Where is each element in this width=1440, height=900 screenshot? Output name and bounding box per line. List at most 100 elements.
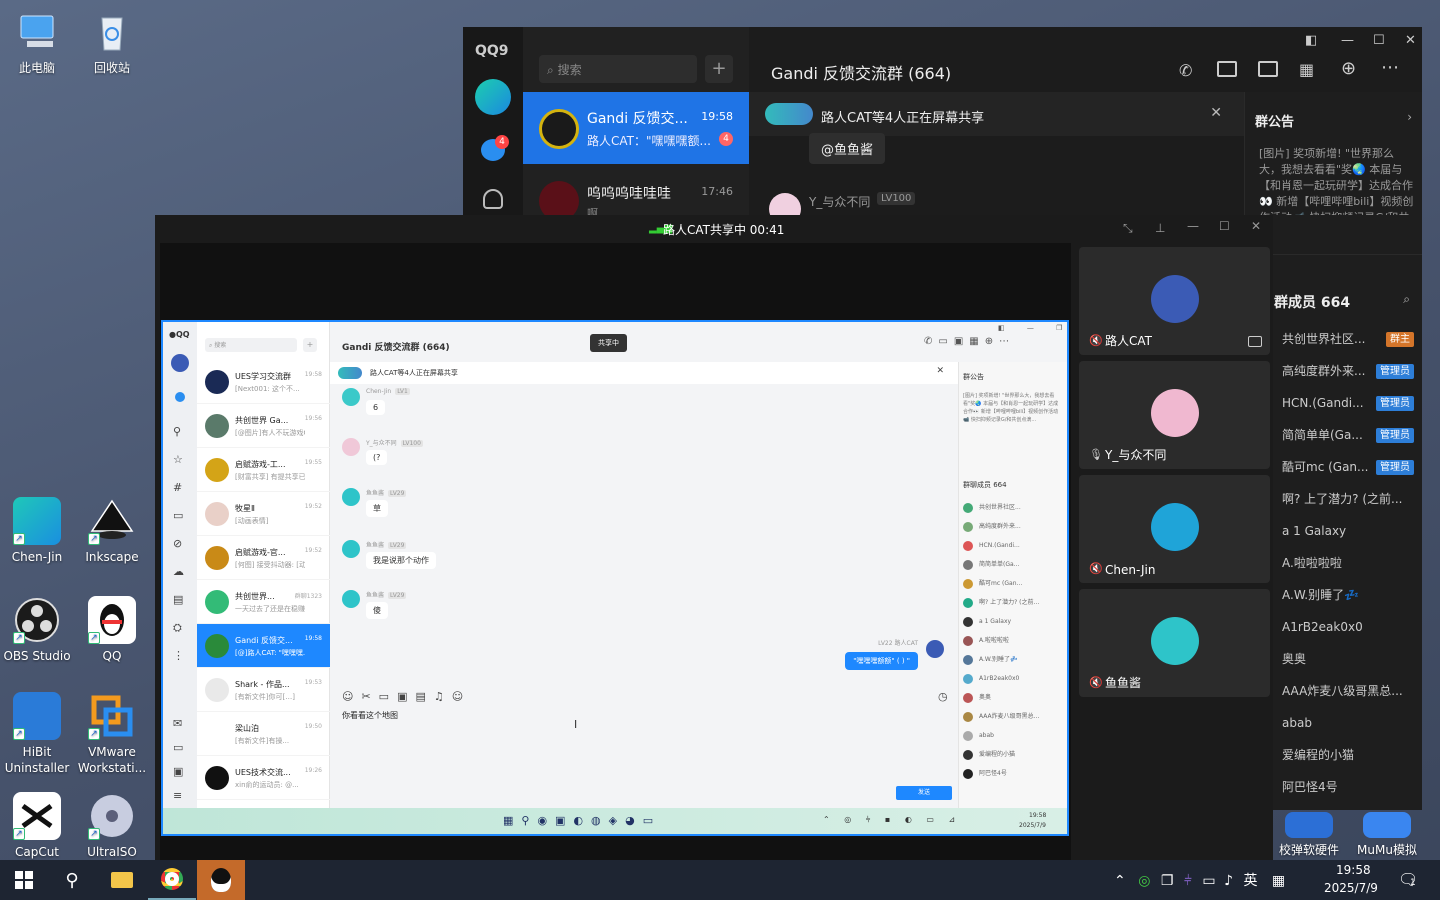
member-name: 共创世界社区... — [1282, 332, 1366, 346]
start-button[interactable] — [0, 860, 48, 900]
desktop-icon-mumu[interactable]: MuMu模拟 — [1350, 812, 1424, 858]
participant-tile[interactable]: 🔇 Chen-Jin — [1079, 475, 1270, 583]
wechat-tray-icon[interactable]: ◎ — [1138, 873, 1150, 889]
list-item: Gandi 反馈交... [@]路人CAT: "嘿嘿嘿... 19:58 — [197, 624, 330, 668]
member-name: A.W.别睡了💤 — [1282, 588, 1360, 602]
desktop-icon-recycle-bin[interactable]: 回收站 — [75, 8, 149, 76]
member-row[interactable]: AAA炸麦八级哥黑总... — [1270, 675, 1422, 707]
inner-banner-text: 路人CAT等4人正在屏幕共享 — [370, 369, 458, 377]
more-icon[interactable]: ⋯ — [1381, 57, 1399, 78]
window-icon[interactable]: ❐ — [1161, 873, 1174, 889]
chevron-up-icon[interactable]: ⌃ — [1114, 873, 1126, 889]
ime-indicator[interactable]: 英 — [1243, 873, 1257, 889]
conversation-item[interactable]: Gandi 反馈交... 19:58 路人CAT："嘿嘿嘿额... 4 — [523, 92, 749, 164]
collapse-icon[interactable]: ⤡ — [1123, 221, 1133, 236]
desktop-icon-hibit[interactable]: ↗ HiBit Uninstaller — [0, 692, 74, 776]
tray-app-icon[interactable]: ⫩ — [1184, 873, 1192, 889]
close-icon[interactable]: ✕ — [1210, 105, 1222, 121]
desktop-icon-inkscape[interactable]: ↗ Inkscape — [75, 497, 149, 565]
message-bubble: 我是说那个动作 — [366, 552, 436, 569]
vmware-icon: ↗ — [88, 692, 136, 740]
member-row[interactable]: 爱编程的小猫 — [1270, 739, 1422, 771]
desktop-icon-chen-jin[interactable]: ↗ Chen-Jin — [0, 497, 74, 565]
minimize-button[interactable]: — — [1341, 33, 1354, 48]
list-item-time: 19:58 — [304, 635, 322, 642]
members-title: 群成员 664 — [1274, 295, 1351, 311]
desktop-icon-qq[interactable]: ↗ QQ — [75, 596, 149, 664]
member-row[interactable]: 共创世界社区... 群主 — [1270, 323, 1422, 355]
inner-send-button: 发送 — [896, 786, 952, 800]
member-row[interactable]: abab — [1270, 707, 1422, 739]
search-input[interactable]: ⌕ 搜索 — [539, 55, 697, 83]
list-item-time: 19:53 — [304, 679, 322, 686]
clock-time[interactable]: 19:58 — [1336, 863, 1371, 877]
keyboard-icon[interactable]: ▦ — [1272, 873, 1285, 889]
member-row[interactable]: 酷可mc (Gan... 管理员 — [1270, 451, 1422, 483]
participant-tile[interactable]: 🔇 鱼鱼酱 — [1079, 589, 1270, 697]
search-button[interactable]: ⚲ — [48, 860, 96, 900]
participant-tile[interactable]: 🎙 Y_与众不同 — [1079, 361, 1270, 469]
member-row[interactable]: 啊? 上了潜力? (之前... — [1270, 483, 1422, 515]
layout-icon[interactable]: ◧ — [1305, 33, 1317, 48]
pin-icon[interactable]: ⊥ — [1155, 221, 1165, 235]
desktop-icon-vmware[interactable]: ↗ VMware Workstati... — [75, 692, 149, 776]
close-button[interactable]: ✕ — [1251, 219, 1261, 233]
chat-panel: Gandi 反馈交流群 (664) ✆ ▦ ⊕ ⋯ ◧ — ☐ ✕ 路人CAT等… — [749, 27, 1422, 215]
member-name: 啊? 上了潜力? (之前... — [1282, 492, 1403, 506]
desktop-icon-capcut[interactable]: ↗ CapCut — [0, 792, 74, 860]
conversation-item[interactable]: 呜呜呜哇哇哇 17:46 啊 — [523, 173, 749, 215]
video-call-icon[interactable] — [1217, 61, 1237, 77]
network-icon[interactable]: ▭ — [1202, 873, 1215, 889]
inner-clock-time: 19:58 — [1029, 812, 1047, 819]
member-row[interactable]: 阿巴怪4号 — [1270, 771, 1422, 803]
member-row[interactable]: 高纯度群外来... 管理员 — [1270, 355, 1422, 387]
inner-notice-text: [图片] 奖项新增! "世界那么大，我想去看看"奖🌏 本届与【和肖恩一起玩研学】… — [963, 393, 1059, 423]
list-item-time: 群聊1323 — [294, 593, 322, 600]
member-row[interactable]: a 1 Galaxy — [1270, 515, 1422, 547]
qq-taskbar-button[interactable] — [197, 860, 245, 900]
screen-share-icon[interactable] — [1258, 61, 1278, 77]
desktop-icon-ultraiso[interactable]: ↗ UltraISO — [75, 792, 149, 860]
member-name: A.啦啦啦啦 — [1282, 556, 1342, 570]
member-name: AAA炸麦八级哥黑总... — [1282, 684, 1403, 698]
chevron-right-icon[interactable]: › — [1407, 110, 1412, 124]
member-row[interactable]: A1rB2eak0x0 — [1270, 611, 1422, 643]
maximize-button[interactable]: ☐ — [1373, 33, 1385, 48]
inner-nav-bar: ●QQ ⚲ ☆ # ▭ ⊘ ☁ ▤ ⛭ ⋮ ✉ ▭ ▣ ≡ — [163, 322, 197, 834]
search-icon[interactable]: ⌕ — [1403, 292, 1410, 307]
list-item-time: 19:50 — [304, 723, 322, 730]
minimize-button[interactable]: — — [1187, 219, 1199, 233]
chrome-button[interactable] — [148, 860, 196, 900]
member-row[interactable]: HCN.(Gandi... 管理员 — [1270, 387, 1422, 419]
member-row[interactable]: A.W.别睡了💤 — [1270, 579, 1422, 611]
desktop-icon-right-1[interactable]: 校弹软硬件 — [1276, 812, 1342, 858]
list-item-name: Shark - 作品... — [235, 680, 290, 689]
contacts-icon[interactable] — [483, 189, 503, 209]
maximize-button[interactable]: ☐ — [1219, 219, 1230, 233]
add-button[interactable]: + — [705, 55, 733, 83]
add-member-icon[interactable]: ⊕ — [1341, 58, 1356, 79]
participant-name: 鱼鱼酱 — [1105, 676, 1142, 690]
message-sender: 鱼鱼酱 LV29 — [366, 592, 407, 599]
apps-icon[interactable]: ▦ — [1299, 60, 1314, 79]
member-row[interactable]: A.啦啦啦啦 — [1270, 547, 1422, 579]
participant-tile[interactable]: 🔇 路人CAT — [1079, 247, 1270, 355]
inner-banner-avatars — [338, 367, 362, 379]
app-icon — [1285, 812, 1333, 838]
phone-icon[interactable]: ✆ — [1179, 61, 1192, 80]
file-explorer-button[interactable] — [98, 860, 146, 900]
member-row[interactable]: 奥奥 — [1270, 643, 1422, 675]
clock-date[interactable]: 2025/7/9 — [1324, 881, 1378, 895]
list-item-name: 梁山泊 — [235, 724, 259, 733]
list-item: UES学习交流群 [Next001: 这个不... 19:58 — [197, 360, 330, 404]
volume-icon[interactable]: ♪ — [1224, 873, 1233, 889]
desktop-icon-label: Inkscape — [85, 550, 139, 564]
avatar[interactable] — [475, 79, 511, 115]
desktop-icon-obs[interactable]: ↗ OBS Studio — [0, 596, 74, 664]
close-button[interactable]: ✕ — [1405, 33, 1416, 48]
list-item: 梁山泊 [有新文件]有操... 19:50 — [197, 712, 330, 756]
desktop-icon-this-pc[interactable]: 此电脑 — [0, 8, 74, 76]
member-row[interactable]: 简简单单(Ga... 管理员 — [1270, 419, 1422, 451]
list-item-avatar — [205, 458, 229, 482]
mic-muted-icon: 🔇 — [1089, 676, 1103, 689]
